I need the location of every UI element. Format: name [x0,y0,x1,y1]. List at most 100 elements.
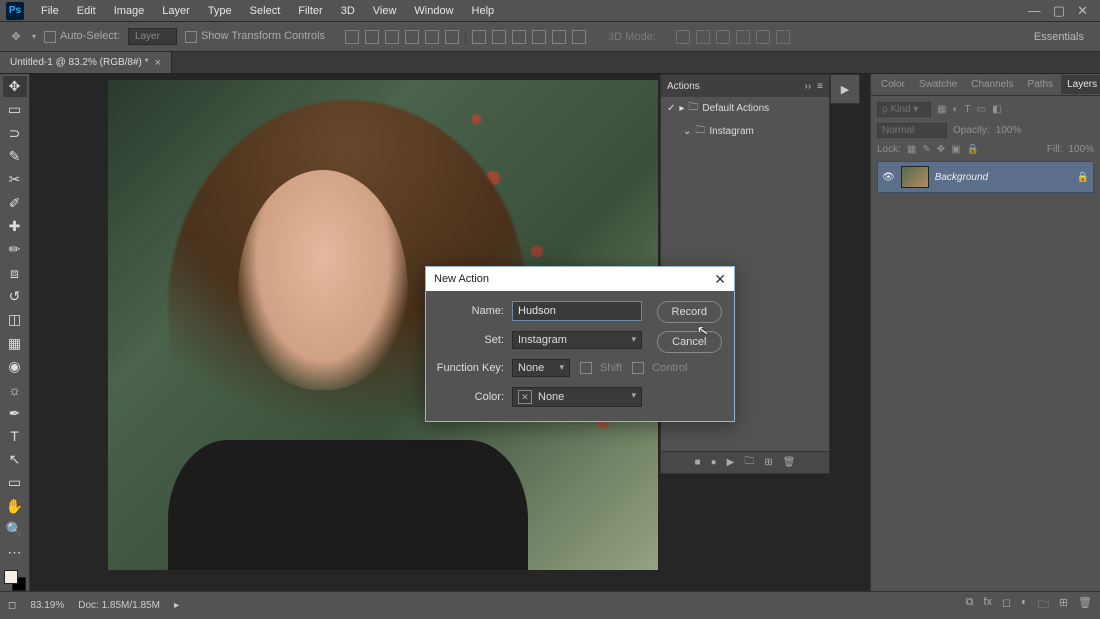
layer-filter-kind[interactable]: ρ Kind ▾ [877,102,931,117]
eraser-tool[interactable]: ◫ [3,309,27,330]
tab-color[interactable]: Color [875,75,911,94]
distribute-top-icon[interactable] [472,30,486,44]
distribute-hcenter-icon[interactable] [552,30,566,44]
window-maximize-icon[interactable]: ▢ [1053,3,1065,19]
foreground-background-swatch[interactable] [4,570,26,591]
quick-mask-icon[interactable]: ◻ [8,600,16,611]
action-set-default[interactable]: ✓ ▸ 🗀 Default Actions [661,97,829,120]
cancel-button[interactable]: Cancel [657,331,722,353]
filter-shape-icon[interactable]: ▭ [977,104,986,115]
menu-select[interactable]: Select [241,2,290,20]
control-checkbox[interactable]: Control [632,362,687,374]
lock-position-icon[interactable]: ✥ [937,144,945,155]
menu-edit[interactable]: Edit [68,2,105,20]
foreground-color-swatch[interactable] [4,570,18,584]
distribute-right-icon[interactable] [572,30,586,44]
menu-layer[interactable]: Layer [153,2,199,20]
doc-info-dropdown-icon[interactable]: ▸ [174,600,179,611]
layer-fx-icon[interactable]: fx [983,596,992,615]
type-tool[interactable]: T [3,426,27,447]
layer-group-icon[interactable]: 🗀 [1038,596,1049,615]
tab-layers[interactable]: Layers [1061,75,1100,94]
quick-select-tool[interactable]: ✎ [3,146,27,167]
shift-checkbox[interactable]: Shift [580,362,622,374]
link-layers-icon[interactable]: ⧉ [966,596,974,615]
filter-type-icon[interactable]: T [965,104,971,115]
layer-name-label[interactable]: Background [935,172,988,183]
gradient-tool[interactable]: ▦ [3,332,27,353]
auto-select-checkbox[interactable]: Auto-Select: [44,30,120,42]
tab-channels[interactable]: Channels [965,75,1019,94]
opacity-value[interactable]: 100% [996,125,1022,136]
align-vcenter-icon[interactable] [365,30,379,44]
actions-panel-collapse-icon[interactable]: ›› [804,81,811,92]
doc-info[interactable]: Doc: 1.85M/1.85M [78,600,160,611]
clone-stamp-tool[interactable]: ⧈ [3,263,27,284]
new-set-icon[interactable]: 🗀 [744,454,754,471]
chevron-down-icon[interactable]: ⌄ [683,126,691,137]
filter-adjust-icon[interactable]: ◐ [952,104,958,115]
new-action-icon[interactable]: ⊞ [764,457,772,468]
align-controls[interactable] [345,30,586,44]
menu-window[interactable]: Window [405,2,462,20]
menu-image[interactable]: Image [105,2,154,20]
layer-background[interactable]: 👁 Background 🔒 [877,161,1094,193]
align-hcenter-icon[interactable] [425,30,439,44]
distribute-left-icon[interactable] [532,30,546,44]
fill-value[interactable]: 100% [1068,144,1094,155]
blur-tool[interactable]: ◉ [3,356,27,377]
move-tool-dropdown-icon[interactable]: ▾ [32,32,36,41]
menu-file[interactable]: File [32,2,68,20]
menu-view[interactable]: View [364,2,406,20]
path-select-tool[interactable]: ↖ [3,449,27,470]
zoom-level[interactable]: 83.19% [30,600,64,611]
layer-visibility-icon[interactable]: 👁 [882,172,895,183]
move-tool[interactable]: ✥ [3,76,27,97]
menu-help[interactable]: Help [463,2,504,20]
crop-tool[interactable]: ✂ [3,169,27,190]
collapsed-panel-play-icon[interactable]: ▶ [830,74,860,104]
menu-filter[interactable]: Filter [289,2,331,20]
document-tab-close-icon[interactable]: × [155,57,161,69]
layer-lock-icon[interactable]: 🔒 [1077,172,1089,183]
history-brush-tool[interactable]: ↺ [3,286,27,307]
hand-tool[interactable]: ✋ [3,496,27,517]
lock-artboard-icon[interactable]: ▣ [951,144,960,155]
filter-pixel-icon[interactable]: ▦ [937,104,946,115]
action-name-input[interactable] [512,301,642,321]
play-icon[interactable]: ▶ [727,457,735,468]
action-set-instagram[interactable]: ⌄ 🗀 Instagram [661,120,829,143]
shape-tool[interactable]: ▭ [3,472,27,493]
window-minimize-icon[interactable]: — [1028,3,1041,19]
auto-select-target-dropdown[interactable]: Layer [128,28,177,45]
distribute-vcenter-icon[interactable] [492,30,506,44]
workspace-switcher[interactable]: Essentials [1026,29,1092,45]
distribute-bottom-icon[interactable] [512,30,526,44]
align-left-icon[interactable] [405,30,419,44]
menu-type[interactable]: Type [199,2,241,20]
lasso-tool[interactable]: ⊃ [3,123,27,144]
align-top-icon[interactable] [345,30,359,44]
adjustment-layer-icon[interactable]: ◐ [1021,596,1028,615]
record-button[interactable]: Record [657,301,722,323]
trash-icon[interactable]: 🗑 [783,457,796,468]
action-color-dropdown[interactable]: ✕ None [512,387,642,407]
brush-tool[interactable]: ✏ [3,239,27,260]
eyedropper-tool[interactable]: ✐ [3,193,27,214]
marquee-tool[interactable]: ▭ [3,99,27,120]
record-icon[interactable]: ● [711,457,717,468]
menu-3d[interactable]: 3D [332,2,364,20]
edit-toolbar[interactable]: ⋯ [3,542,27,563]
lock-transparent-icon[interactable]: ▦ [907,144,916,155]
align-bottom-icon[interactable] [385,30,399,44]
show-transform-checkbox[interactable]: Show Transform Controls [185,30,325,42]
layer-mask-icon[interactable]: ◻ [1002,596,1011,615]
spot-heal-tool[interactable]: ✚ [3,216,27,237]
lock-pixels-icon[interactable]: ✎ [922,144,930,155]
function-key-dropdown[interactable]: None [512,359,570,377]
dialog-close-icon[interactable]: ✕ [714,271,726,288]
layer-thumbnail[interactable] [901,166,929,188]
actions-panel-menu-icon[interactable]: ≡ [817,81,823,92]
blend-mode-dropdown[interactable]: Normal [877,123,947,138]
zoom-tool[interactable]: 🔍 [3,519,27,540]
